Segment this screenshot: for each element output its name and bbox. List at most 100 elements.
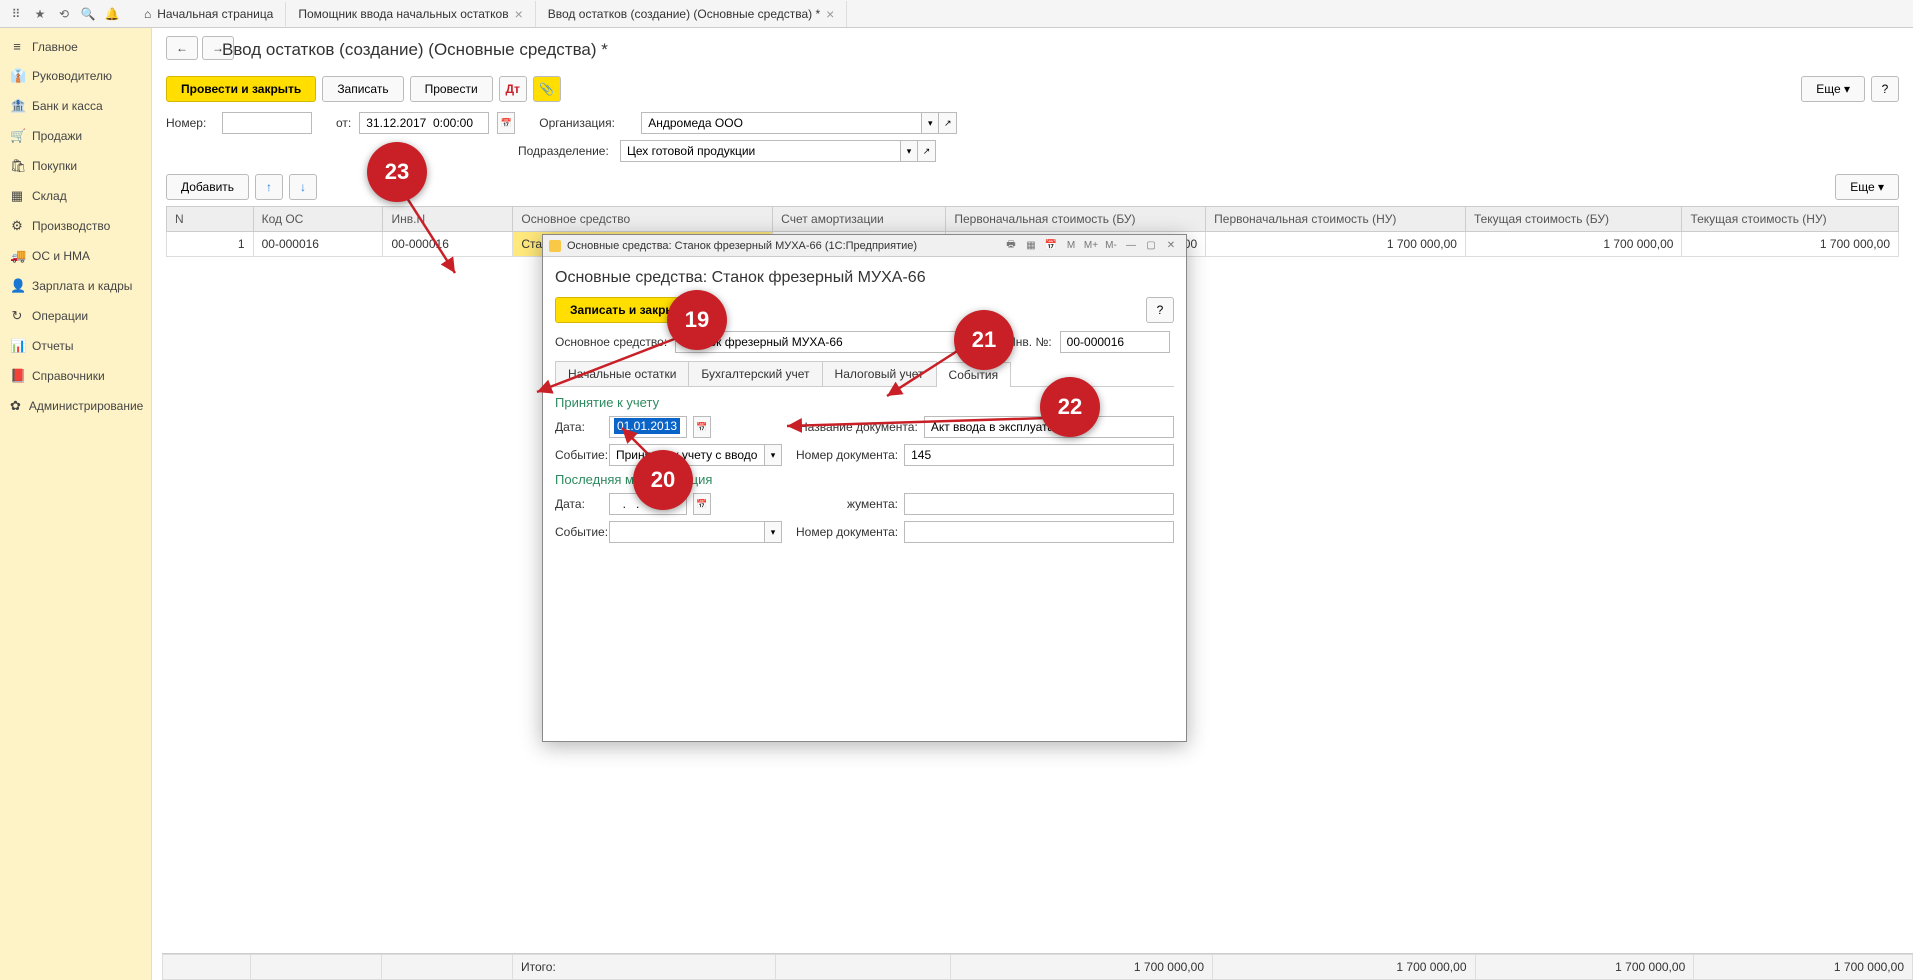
th-cost-nu[interactable]: Первоначальная стоимость (НУ) [1206,207,1466,232]
tab-initial[interactable]: Начальные остатки [555,361,689,386]
sidebar-item-reports[interactable]: 📊Отчеты [0,331,151,361]
sidebar-item-directories[interactable]: 📕Справочники [0,361,151,391]
sidebar-label: Справочники [32,369,105,383]
dt-kt-button[interactable]: Дт [499,76,527,102]
acceptance-date-input[interactable]: 01.01.2013 [609,416,687,438]
header-fields: Номер: от: 📅 Организация: ▾ ↗ [166,112,1899,134]
calc-icon[interactable]: ▦ [1022,238,1040,254]
help-button[interactable]: ? [1871,76,1899,102]
mod-docname-input[interactable] [904,493,1174,515]
number-input[interactable] [222,112,312,134]
th-cost-bu[interactable]: Первоначальная стоимость (БУ) [946,207,1206,232]
m-minus-button[interactable]: M- [1102,238,1120,254]
tab-helper[interactable]: Помощник ввода начальных остатков × [286,1,535,27]
bank-icon: 🏦 [10,98,24,114]
cell-code: 00-000016 [253,232,383,257]
open-button[interactable]: ↗ [939,112,957,134]
more-table-button[interactable]: Еще ▾ [1835,174,1899,200]
mod-event-select[interactable] [609,521,764,543]
close-icon[interactable]: × [515,6,523,22]
org-select[interactable] [641,112,921,134]
dropdown-button[interactable]: ▾ [921,112,939,134]
tab-home[interactable]: ⌂ Начальная страница [132,2,286,26]
docnum-input[interactable] [904,444,1174,466]
sidebar-item-manager[interactable]: 👔Руководителю [0,61,151,91]
cell-cur-bu: 1 700 000,00 [1465,232,1682,257]
dropdown-button[interactable]: ▾ [764,444,782,466]
gear-icon: ⚙ [10,218,24,234]
inv-input[interactable] [1060,331,1170,353]
m-button[interactable]: M [1062,238,1080,254]
dropdown-button[interactable]: ▾ [764,521,782,543]
calendar-button[interactable]: 📅 [497,112,515,134]
settings-icon: ✿ [10,398,21,414]
th-n[interactable]: N [167,207,254,232]
event-label: Событие: [555,448,603,462]
date-label: Дата: [555,420,603,434]
sidebar-item-main[interactable]: ≡Главное [0,32,151,61]
callout-22: 22 [1040,377,1100,437]
history-icon[interactable]: ⟲ [52,2,76,26]
cell-n: 1 [167,232,254,257]
cell-cur-nu: 1 700 000,00 [1682,232,1899,257]
tab-entry[interactable]: Ввод остатков (создание) (Основные средс… [536,1,848,27]
close-icon[interactable]: × [826,6,834,22]
move-up-button[interactable]: ↑ [255,174,283,200]
search-icon[interactable]: 🔍 [76,2,100,26]
close-icon[interactable]: ✕ [1162,238,1180,254]
save-button[interactable]: Записать [322,76,403,102]
calendar-button[interactable]: 📅 [693,416,711,438]
minimize-icon[interactable]: — [1122,238,1140,254]
person-icon: 👤 [10,278,24,294]
sidebar-item-sales[interactable]: 🛒Продажи [0,121,151,151]
calendar-icon[interactable]: 📅 [1042,238,1060,254]
dept-label: Подразделение: [518,144,612,158]
star-icon[interactable]: ★ [28,2,52,26]
th-asset[interactable]: Основное средство [513,207,773,232]
sidebar-item-production[interactable]: ⚙Производство [0,211,151,241]
more-button[interactable]: Еще ▾ [1801,76,1865,102]
sidebar-item-warehouse[interactable]: ▦Склад [0,181,151,211]
calendar-button[interactable]: 📅 [693,493,711,515]
window-title: Основные средства: Станок фрезерный МУХА… [567,240,917,252]
back-button[interactable]: ← [166,36,198,60]
mod-docnum-input[interactable] [904,521,1174,543]
print-icon[interactable]: 🖶 [1002,238,1020,254]
tab-accounting[interactable]: Бухгалтерский учет [688,361,822,386]
sidebar-item-operations[interactable]: ↻Операции [0,301,151,331]
sidebar-item-assets[interactable]: 🚚ОС и НМА [0,241,151,271]
tab-tax[interactable]: Налоговый учет [822,361,937,386]
modal-help-button[interactable]: ? [1146,297,1174,323]
modal-titlebar[interactable]: Основные средства: Станок фрезерный МУХА… [543,235,1186,257]
callout-23: 23 [367,142,427,202]
post-button[interactable]: Провести [410,76,493,102]
dept-select[interactable] [620,140,900,162]
th-acct[interactable]: Счет амортизации [773,207,946,232]
add-button[interactable]: Добавить [166,174,249,200]
sidebar-item-bank[interactable]: 🏦Банк и касса [0,91,151,121]
sidebar-item-purchases[interactable]: 🛍Покупки [0,151,151,181]
dropdown-button[interactable]: ▾ [900,140,918,162]
apps-icon[interactable]: ⠿ [4,2,28,26]
bell-icon[interactable]: 🔔 [100,2,124,26]
sidebar-label: Склад [32,189,67,203]
post-close-button[interactable]: Провести и закрыть [166,76,316,102]
sidebar-item-hr[interactable]: 👤Зарплата и кадры [0,271,151,301]
move-down-button[interactable]: ↓ [289,174,317,200]
m-plus-button[interactable]: M+ [1082,238,1100,254]
maximize-icon[interactable]: ▢ [1142,238,1160,254]
sidebar-label: Главное [32,40,78,54]
callout-19: 19 [667,290,727,350]
th-cur-nu[interactable]: Текущая стоимость (НУ) [1682,207,1899,232]
th-cur-bu[interactable]: Текущая стоимость (БУ) [1465,207,1682,232]
page-title: Ввод остатков (создание) (Основные средс… [222,40,1899,60]
sidebar-label: Отчеты [32,339,73,353]
attachment-button[interactable]: 📎 [533,76,561,102]
th-code[interactable]: Код ОС [253,207,383,232]
sidebar: ≡Главное 👔Руководителю 🏦Банк и касса 🛒Пр… [0,28,152,980]
open-button[interactable]: ↗ [918,140,936,162]
sidebar-item-admin[interactable]: ✿Администрирование [0,391,151,421]
date-input[interactable] [359,112,489,134]
th-inv[interactable]: Инв.N [383,207,513,232]
sidebar-label: Руководителю [32,69,112,83]
